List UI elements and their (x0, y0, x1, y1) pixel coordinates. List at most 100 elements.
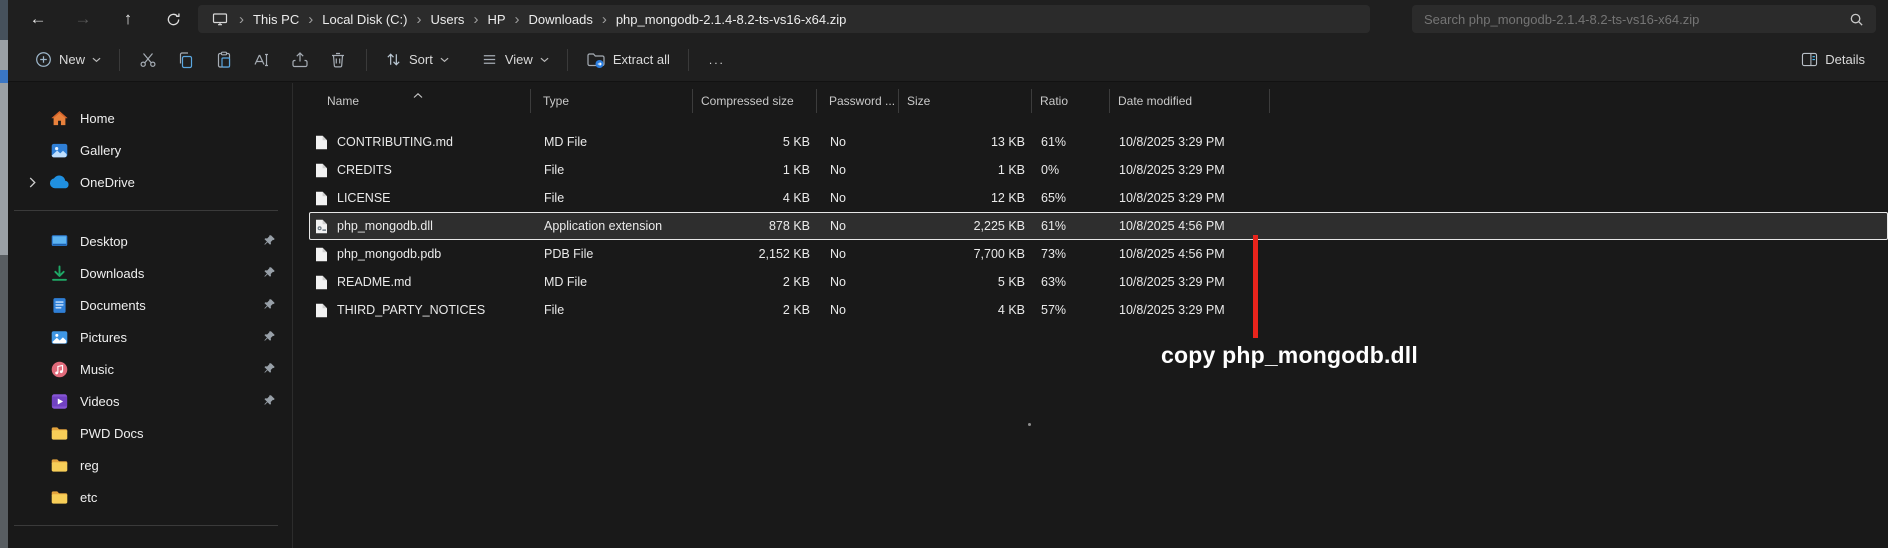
sidebar-item-home[interactable]: Home (5, 102, 287, 134)
chevron-right-icon: › (416, 10, 422, 28)
cell-name: php_mongodb.pdb (310, 247, 532, 262)
table-row-third-party-notices[interactable]: THIRD_PARTY_NOTICES File 2 KB No 4 KB 57% 10/8… (309, 296, 1888, 324)
sidebar-item-pwd-docs[interactable]: PWD Docs (5, 417, 287, 449)
chevron-right-icon: › (473, 10, 479, 28)
sidebar-item-gallery[interactable]: Gallery (5, 134, 287, 166)
folder-icon (49, 423, 70, 443)
cell-ratio: 65% (1041, 191, 1067, 205)
cell-size: 7,700 KB (973, 247, 1025, 261)
extract-all-button[interactable]: Extract all (577, 43, 679, 77)
file-icon (315, 135, 328, 150)
breadcrumb-item-local-disk-c[interactable]: Local Disk (C:) (322, 12, 407, 27)
cell-size: 12 KB (990, 191, 1025, 205)
sidebar-item-etc[interactable]: etc (5, 481, 287, 513)
table-row-readme-md[interactable]: README.md MD File 2 KB No 5 KB 63% 10/8/2025 3… (309, 268, 1888, 296)
new-button[interactable]: New (26, 43, 110, 77)
search-input[interactable] (1424, 11, 1841, 27)
toolbar-divider (566, 48, 568, 71)
column-header-ratio[interactable]: Ratio (1032, 89, 1110, 113)
file-name: README.md (337, 275, 412, 289)
chevron-right-icon: › (239, 10, 244, 28)
cell-size: 1 KB (997, 163, 1025, 177)
this-pc-icon[interactable] (212, 11, 228, 27)
cell-name: php_mongodb.dll (310, 219, 532, 234)
back-icon[interactable]: ← (22, 5, 54, 33)
share-icon[interactable] (281, 43, 319, 77)
cell-name: CONTRIBUTING.md (310, 135, 532, 150)
column-header-type[interactable]: Type (531, 89, 693, 113)
toolbar-divider (366, 48, 368, 71)
column-header-date-modified[interactable]: Date modified (1110, 89, 1270, 113)
sidebar-item-documents[interactable]: Documents (5, 289, 287, 321)
sidebar-item-desktop[interactable]: Desktop (5, 225, 287, 257)
sort-button-label: Sort (409, 52, 433, 67)
pin-icon (263, 330, 276, 346)
cell-date_modified: 10/8/2025 3:29 PM (1119, 191, 1225, 205)
search-icon (1849, 12, 1864, 27)
cell-type: File (544, 163, 565, 177)
sidebar-separator (14, 210, 278, 211)
cell-password: No (830, 275, 846, 289)
sidebar-item-pictures[interactable]: Pictures (5, 321, 287, 353)
sidebar-item-onedrive[interactable]: OneDrive (5, 166, 287, 198)
delete-icon[interactable] (319, 43, 357, 77)
copy-icon[interactable] (167, 43, 205, 77)
sidebar-item-label: Pictures (80, 329, 127, 345)
table-row-php-mongodb-pdb[interactable]: php_mongodb.pdb PDB File 2,152 KB No 7,700 K… (309, 240, 1888, 268)
sidebar: Home Gallery OneDrive Desktop Downloads Docum… (0, 83, 293, 548)
breadcrumb-item-php-mongodb-2-1-4-8-2-ts-vs16-x64-zip[interactable]: php_mongodb-2.1.4-8.2-ts-vs16-x64.zip (616, 12, 847, 27)
table-row-license[interactable]: LICENSE File 4 KB No 12 KB 65% 10/8/2025 3:29 … (309, 184, 1888, 212)
cell-ratio: 61% (1041, 135, 1067, 149)
cell-password: No (830, 135, 846, 149)
sidebar-item-label: reg (80, 457, 99, 473)
cell-ratio: 61% (1041, 219, 1067, 233)
column-header-name[interactable]: Name (309, 89, 531, 113)
breadcrumb-item-hp[interactable]: HP (487, 12, 505, 27)
pin-icon (263, 234, 276, 250)
table-row-php-mongodb-dll[interactable]: php_mongodb.dll Application extension 878 … (309, 212, 1888, 240)
cell-password: No (830, 163, 846, 177)
table-row-contributing-md[interactable]: CONTRIBUTING.md MD File 5 KB No 13 KB 61% 10/8… (309, 128, 1888, 156)
column-header-password[interactable]: Password ... (817, 89, 899, 113)
paste-icon[interactable] (205, 43, 243, 77)
screen-artifact-dot (1028, 423, 1031, 426)
view-button-label: View (504, 52, 533, 67)
cell-compressed_size: 2 KB (782, 275, 810, 289)
file-icon (315, 275, 328, 290)
cell-date_modified: 10/8/2025 4:56 PM (1119, 247, 1225, 261)
chevron-right-icon: › (308, 10, 314, 28)
chevron-right-icon: › (514, 10, 520, 28)
sidebar-item-reg[interactable]: reg (5, 449, 287, 481)
details-button[interactable]: Details (1792, 43, 1874, 77)
chevron-right-icon[interactable] (29, 176, 49, 188)
title-bar: ← → ↑ › This PC › Local Disk (C:) › Users › HP ›… (0, 0, 1888, 38)
cell-compressed_size: 5 KB (782, 135, 810, 149)
rename-icon[interactable] (243, 43, 281, 77)
view-button[interactable]: View (472, 43, 558, 77)
table-row-credits[interactable]: CREDITS File 1 KB No 1 KB 0% 10/8/2025 3:29 PM (309, 156, 1888, 184)
search-box[interactable] (1412, 5, 1876, 33)
file-rows: CONTRIBUTING.md MD File 5 KB No 13 KB 61% 10/8… (309, 128, 1888, 324)
more-options-button[interactable]: ... (698, 43, 736, 77)
cell-type: File (544, 303, 565, 317)
forward-icon[interactable]: → (67, 5, 99, 33)
column-header-size[interactable]: Size (899, 89, 1032, 113)
cell-date_modified: 10/8/2025 3:29 PM (1119, 303, 1225, 317)
column-header-compressed-size[interactable]: Compressed size (693, 89, 817, 113)
gallery-icon (49, 140, 70, 160)
breadcrumb-item-downloads[interactable]: Downloads (529, 12, 593, 27)
sidebar-item-music[interactable]: Music (5, 353, 287, 385)
folder-icon (49, 487, 70, 507)
sidebar-item-downloads[interactable]: Downloads (5, 257, 287, 289)
refresh-icon[interactable] (157, 5, 189, 33)
breadcrumb[interactable]: › This PC › Local Disk (C:) › Users › HP › Downlo… (198, 5, 1370, 33)
breadcrumb-item-this-pc[interactable]: This PC (253, 12, 299, 27)
cut-icon[interactable] (129, 43, 167, 77)
sort-button[interactable]: Sort (376, 43, 458, 77)
cell-type: PDB File (544, 247, 594, 261)
view-lines-icon (481, 51, 498, 68)
up-icon[interactable]: ↑ (112, 5, 144, 33)
cell-ratio: 63% (1041, 275, 1067, 289)
sidebar-item-videos[interactable]: Videos (5, 385, 287, 417)
breadcrumb-item-users[interactable]: Users (430, 12, 464, 27)
